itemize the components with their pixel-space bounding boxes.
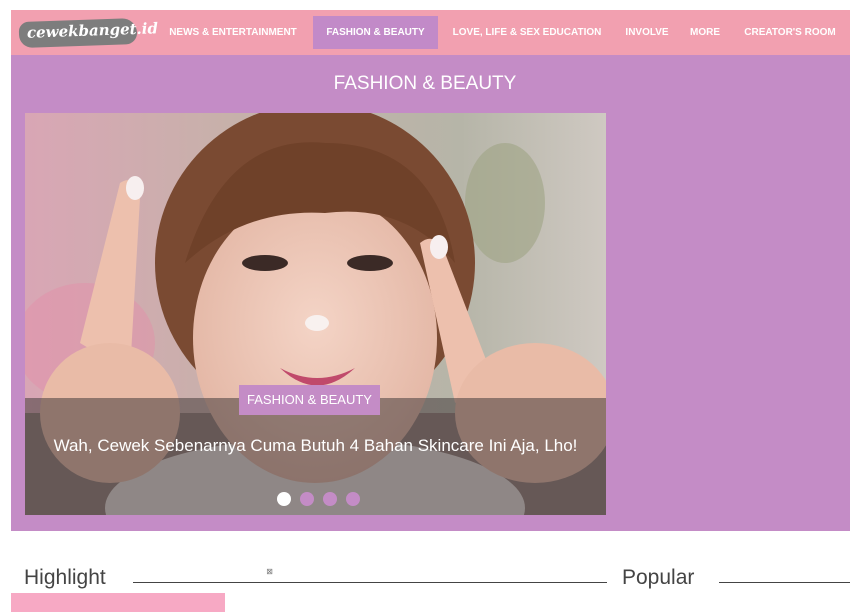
slider-dot-1[interactable] bbox=[277, 492, 291, 506]
top-navigation: cewekbanget.id NEWS & ENTERTAINMENT FASH… bbox=[11, 10, 850, 55]
logo-text: cewekbanget.id bbox=[26, 19, 159, 42]
featured-slider[interactable]: FASHION & BEAUTY Wah, Cewek Sebenarnya C… bbox=[25, 113, 606, 515]
slider-dot-3[interactable] bbox=[323, 492, 337, 506]
slider-dot-2[interactable] bbox=[300, 492, 314, 506]
nav-item-more[interactable]: MORE bbox=[683, 10, 727, 55]
popular-divider bbox=[719, 582, 850, 583]
section-title: FASHION & BEAUTY bbox=[333, 73, 517, 94]
slide-headline[interactable]: Wah, Cewek Sebenarnya Cuma Butuh 4 Bahan… bbox=[43, 434, 588, 457]
popular-heading: Popular bbox=[622, 566, 695, 589]
slider-dot-4[interactable] bbox=[346, 492, 360, 506]
page: cewekbanget.id NEWS & ENTERTAINMENT FASH… bbox=[0, 0, 850, 612]
category-hero-section: FASHION & BEAUTY FASHION & BEAUTY Wah, C… bbox=[11, 55, 850, 531]
nav-item-creators-room[interactable]: CREATOR'S ROOM bbox=[735, 10, 845, 55]
highlight-divider bbox=[133, 582, 607, 583]
nav-item-involve[interactable]: INVOLVE bbox=[620, 10, 674, 55]
site-logo[interactable]: cewekbanget.id bbox=[18, 17, 158, 49]
close-icon[interactable]: ⊠ bbox=[265, 567, 274, 576]
nav-item-fashion-beauty[interactable]: FASHION & BEAUTY bbox=[313, 16, 438, 49]
highlight-card[interactable] bbox=[11, 593, 225, 612]
nav-item-love-life-sex-education[interactable]: LOVE, LIFE & SEX EDUCATION bbox=[442, 10, 612, 55]
highlight-heading: Highlight bbox=[24, 566, 106, 589]
slide-category-badge[interactable]: FASHION & BEAUTY bbox=[239, 385, 380, 415]
nav-item-news-entertainment[interactable]: NEWS & ENTERTAINMENT bbox=[157, 10, 309, 55]
